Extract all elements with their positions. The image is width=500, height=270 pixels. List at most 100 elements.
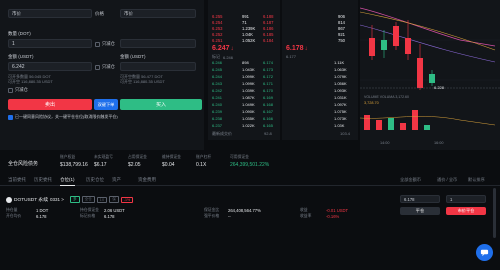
bid-row[interactable]: 6.238 1.035K 6.166 [208, 116, 280, 123]
pos-qty-label: 持仓量 [6, 208, 18, 212]
qty-label: 数量 (DOT) [8, 31, 31, 36]
close-price-input[interactable]: 6.178 [400, 195, 440, 203]
mark-value: 6.177 [286, 54, 297, 59]
post-only-checkbox[interactable]: 只减仓 [8, 87, 28, 93]
bid-total: 6.172 [263, 74, 274, 79]
order-type-select-right[interactable]: 市价 [120, 9, 196, 18]
available-long-usdt: 可开空 116,880.35 USDT [8, 79, 53, 84]
account-col-label: 维持保证金 [162, 155, 181, 159]
price-down-arrow-icon: ↓ [230, 45, 234, 52]
bid-price: 6.242 [212, 88, 223, 93]
bid-row[interactable]: 6.243 1.099K 6.171 [208, 81, 280, 88]
bid-qty: 1.043K [242, 67, 255, 72]
bid-total: 6.170 [263, 88, 274, 93]
bid-row[interactable]: 1.079K [282, 74, 358, 81]
post-only-label: 只减仓 [15, 87, 28, 92]
reduce-only-label: 只减仓 [102, 41, 115, 46]
bid-row[interactable]: 1.097K [282, 102, 358, 109]
tab-item[interactable]: 当前委托 [8, 177, 26, 183]
ask-row[interactable]: 6.251 1.052K 6.184 [208, 38, 280, 44]
filter-sort[interactable]: 默认排序 [468, 177, 485, 183]
qty-input-right[interactable] [120, 39, 196, 48]
bid-row[interactable]: 6.239 1.090K 6.167 [208, 109, 280, 116]
bid-row[interactable]: 6.240 1.049K 6.168 [208, 102, 280, 109]
bid-row[interactable]: 6.246 898 6.174 [208, 60, 280, 67]
ask-qty: 1.052K [242, 38, 256, 43]
chart-x-label-2: 16:00 [434, 141, 444, 145]
close-market-label: 市价平仓 [457, 208, 475, 213]
bid-row[interactable]: 1.093K [282, 88, 358, 95]
amount-input[interactable]: 6.242 [8, 62, 92, 71]
orderbook-left-last-price: 6.247 ↓ [212, 45, 234, 52]
double-order-button[interactable]: 双键下单 [94, 99, 118, 110]
tab-item[interactable]: 仓位(1) [60, 177, 75, 186]
bid-row[interactable]: 6.245 1.043K 6.173 [208, 67, 280, 74]
scrollbar[interactable] [493, 188, 496, 238]
order-form-panel: 市价 价格 市价 数量 (DOT) 1 只减仓 金额 (USDT) 金额 (US… [0, 0, 204, 150]
tab-item[interactable]: 资金费用 [138, 177, 156, 183]
checkbox-icon [8, 114, 13, 120]
close-market-button[interactable]: 市价平仓 [446, 207, 486, 215]
bid-qty: 1.031K [334, 95, 347, 100]
bid-row[interactable]: 1.03K [282, 123, 358, 130]
amount-input-right[interactable] [120, 62, 196, 71]
reduce-only-checkbox-1[interactable]: 只减仓 [95, 41, 115, 47]
bid-qty: 1.056K [334, 81, 347, 86]
orderbook-left-asks: 6.255 991 6.188 6.254 71 6.187 6.253 1.239K 6.18… [208, 14, 280, 46]
double-order-label: 双键下单 [97, 101, 115, 107]
bid-row[interactable]: 6.244 1.099K 6.172 [208, 74, 280, 81]
bid-qty: 898 [242, 60, 249, 65]
bid-row[interactable]: 1.056K [282, 81, 358, 88]
bid-qty: 1.063K [334, 67, 347, 72]
pos-mark-label: 标记价格 [80, 214, 96, 218]
sell-button[interactable]: 卖出 [8, 99, 92, 110]
candles [369, 20, 435, 90]
position-badge: 1X [96, 196, 108, 203]
risk-agreement-checkbox[interactable]: 已一键同意风险协议，关一键平仓仓位(取消限价触发平仓) [8, 114, 118, 120]
account-col-value: 0.1X [196, 162, 207, 168]
bid-row[interactable]: 1.073K [282, 116, 358, 123]
tab-item[interactable]: 资产 [112, 177, 121, 183]
orderbook-right-bids: 1.11K 1.063K 1.079K 1.056K 1.093K 1.031K 1.097… [282, 60, 358, 132]
bid-row[interactable]: 6.242 1.039K 6.170 [208, 88, 280, 95]
bid-total: 6.166 [263, 116, 274, 121]
reduce-only-checkbox-2[interactable]: 只减仓 [95, 64, 115, 70]
bid-row[interactable]: 6.241 1.087K 6.169 [208, 95, 280, 102]
price-chart[interactable]: 6.228 VOLUME VOLUMA 3,172.60 3,728.70 14… [360, 0, 500, 150]
position-symbol[interactable]: DOTUSDT 永续 0331 > [6, 196, 64, 203]
close-limit-label: 平仓 [415, 208, 425, 213]
bid-row[interactable]: 1.063K [282, 67, 358, 74]
tab-item[interactable]: 历史仓位 [86, 177, 104, 183]
price-down-arrow-icon: ↓ [304, 45, 308, 52]
ask-total: 6.184 [263, 38, 274, 43]
bid-row[interactable]: 6.237 1.022K 6.165 [208, 123, 280, 130]
ask-total: 6.188 [263, 14, 274, 19]
close-qty-value: 1 [450, 196, 453, 202]
qty-input[interactable]: 1 [8, 39, 92, 48]
position-badge: 全仓 [81, 196, 95, 203]
bid-row[interactable]: 1.075K [282, 109, 358, 116]
qty-value: 1 [12, 40, 15, 47]
orderbook-right-asks: 906 814 867 921 750 [282, 14, 358, 46]
account-col-label: 账户杠杆 [196, 155, 212, 159]
ask-price: 6.251 [212, 38, 223, 43]
buy-button-label: 买入 [155, 102, 166, 108]
pos-pnl-label: 收益 [300, 208, 308, 212]
buy-button[interactable]: 买入 [120, 99, 202, 110]
filter-type[interactable]: 通价 / 全币 [437, 177, 457, 183]
ask-row[interactable]: 750 [282, 38, 358, 44]
bid-row[interactable]: 1.11K [282, 60, 358, 67]
order-type-select-left[interactable]: 市价 [8, 9, 92, 18]
bid-qty: 1.090K [242, 109, 255, 114]
chat-support-button[interactable] [476, 244, 493, 261]
chart-info-line: VOLUME VOLUMA 3,172.60 [364, 95, 409, 99]
bid-price: 6.241 [212, 95, 223, 100]
close-limit-button[interactable]: 平仓 [400, 207, 440, 215]
bid-row[interactable]: 1.031K [282, 95, 358, 102]
tab-item[interactable]: 历史委托 [34, 177, 52, 183]
filter-coin[interactable]: 全部金额币 [400, 177, 421, 183]
ask-qty: 750 [338, 38, 345, 43]
position-row: DOTUSDT 永续 0331 > 多全仓 1X 保 -1% 持仓量 1 DOT 持仓… [0, 192, 500, 232]
bid-qty: 1.073K [334, 116, 347, 121]
close-qty-input[interactable]: 1 [446, 195, 486, 203]
